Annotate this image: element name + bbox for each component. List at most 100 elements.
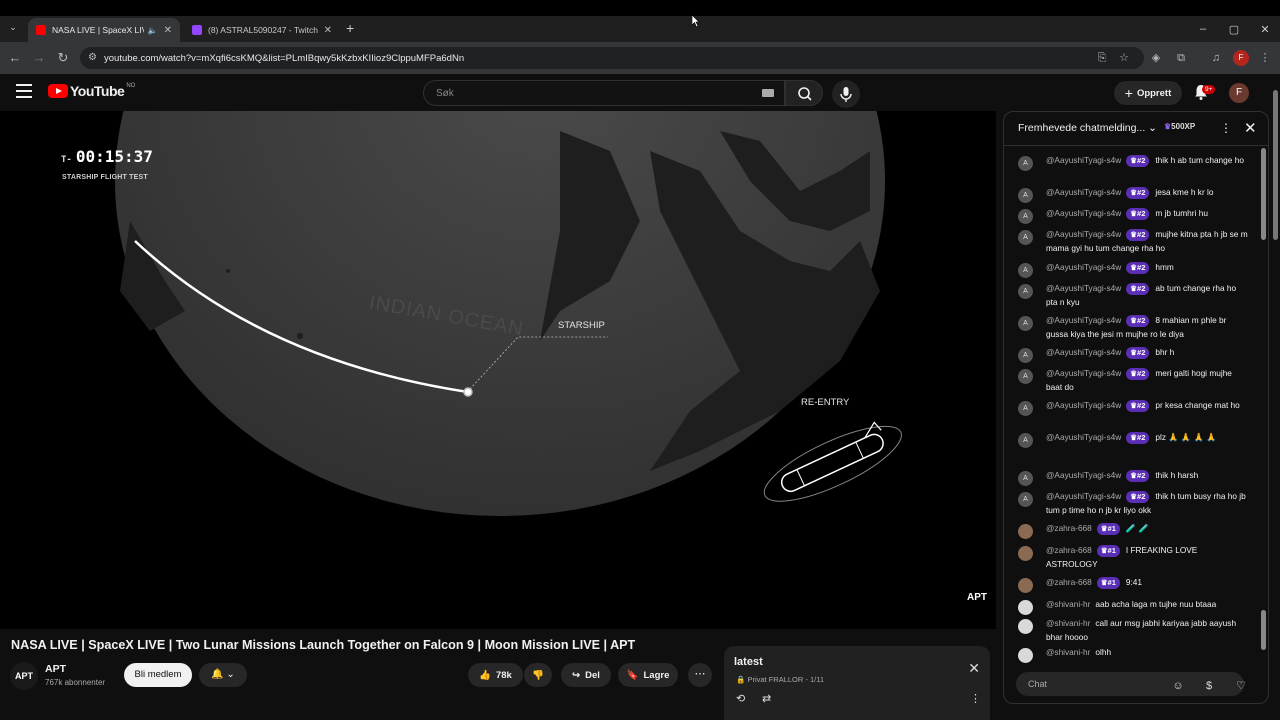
chat-message[interactable]: @shivani-hr call aur msg jabhi kariyaa ja… (1018, 617, 1248, 644)
shuffle-icon[interactable]: ⇄ (762, 692, 771, 705)
forward-arrow-icon[interactable]: → (31, 50, 47, 66)
channel-name[interactable]: APT (45, 663, 66, 675)
chat-avatar[interactable]: A (1018, 263, 1033, 278)
chat-message[interactable]: @zahra-668 ♛#1 I FREAKING LOVE ASTROLOGY (1018, 544, 1248, 571)
heart-icon[interactable]: ♡ (1233, 678, 1249, 694)
chat-message[interactable]: A @AayushiTyagi-s4w ♛#2 m jb tumhri hu (1018, 207, 1248, 224)
create-button[interactable]: + Opprett (1114, 81, 1182, 105)
user-avatar[interactable]: F (1229, 83, 1249, 103)
chat-username[interactable]: @shivani-hr (1046, 599, 1090, 609)
bookmark-star-icon[interactable]: ☆ (1116, 50, 1132, 66)
loop-icon[interactable]: ⟲ (736, 692, 745, 705)
save-button[interactable]: 🔖 Lagre (618, 663, 678, 687)
window-close-button[interactable]: ✕ (1249, 16, 1280, 42)
chat-username[interactable]: @AayushiTyagi-s4w (1046, 187, 1121, 197)
like-button[interactable]: 👍 78k (468, 663, 523, 687)
chat-username[interactable]: @AayushiTyagi-s4w (1046, 208, 1121, 218)
chat-username[interactable]: @AayushiTyagi-s4w (1046, 229, 1121, 239)
profile-icon[interactable]: F (1233, 50, 1249, 66)
chat-username[interactable]: @AayushiTyagi-s4w (1046, 470, 1121, 480)
chat-avatar[interactable]: A (1018, 284, 1033, 299)
chat-avatar[interactable]: A (1018, 369, 1033, 384)
more-actions-button[interactable]: ⋯ (688, 663, 712, 687)
chat-avatar[interactable]: A (1018, 492, 1033, 507)
tab-search-button[interactable]: ⌄ (6, 22, 20, 36)
chat-avatar[interactable]: A (1018, 471, 1033, 486)
chat-avatar[interactable]: A (1018, 401, 1033, 416)
chat-username[interactable]: @AayushiTyagi-s4w (1046, 262, 1121, 272)
chat-menu-icon[interactable]: ⋮ (1220, 121, 1232, 135)
chat-avatar[interactable]: A (1018, 348, 1033, 363)
channel-avatar[interactable]: APT (10, 662, 38, 690)
join-button[interactable]: Bli medlem (124, 663, 192, 687)
install-app-icon[interactable]: ⎘ (1094, 50, 1110, 66)
chat-avatar[interactable]: A (1018, 156, 1033, 171)
tab-twitch[interactable]: (8) ASTRAL5090247 - Twitch ✕ (184, 18, 340, 42)
reload-icon[interactable]: ↻ (55, 50, 71, 66)
tab-youtube[interactable]: NASA LIVE | SpaceX LIVE | T 🔈 ✕ (28, 18, 180, 42)
chat-message[interactable]: A @AayushiTyagi-s4w ♛#2 pr kesa change mat … (1018, 399, 1248, 416)
search-input[interactable]: Søk (423, 80, 785, 106)
chat-avatar[interactable]: A (1018, 188, 1033, 203)
extension-icon[interactable]: ◈ (1148, 50, 1164, 66)
close-tab-icon[interactable]: ✕ (324, 25, 332, 36)
site-info-icon[interactable]: ⚙ (88, 52, 97, 63)
chat-message[interactable]: A @AayushiTyagi-s4w ♛#2 bhr h (1018, 346, 1248, 363)
chat-avatar[interactable] (1018, 619, 1033, 634)
chat-avatar[interactable] (1018, 578, 1033, 593)
super-chat-icon[interactable]: $ (1201, 678, 1217, 694)
chat-avatar[interactable] (1018, 546, 1033, 561)
chat-avatar[interactable]: A (1018, 433, 1033, 448)
chat-message[interactable]: @shivani-hr aab acha laga m tujhe nuu bta… (1018, 598, 1248, 615)
video-player[interactable] (0, 111, 996, 629)
chat-avatar[interactable]: A (1018, 316, 1033, 331)
new-tab-button[interactable]: + (346, 20, 354, 36)
chat-username[interactable]: @shivani-hr (1046, 618, 1090, 628)
chat-message[interactable]: A @AayushiTyagi-s4w ♛#2 jesa kme h kr lo (1018, 186, 1248, 203)
chat-avatar[interactable] (1018, 524, 1033, 539)
chat-mode-dropdown[interactable]: Fremhevede chatmelding... ⌄ (1018, 122, 1157, 134)
chat-username[interactable]: @AayushiTyagi-s4w (1046, 400, 1121, 410)
subscription-bell-button[interactable]: 🔔 ⌄ (199, 663, 247, 687)
chat-message[interactable]: @shivani-hr olhh (1018, 646, 1248, 663)
chat-message[interactable]: @zahra-668 ♛#1 🧪 🧪 (1018, 522, 1248, 539)
xp-badge[interactable]: ♛500XP (1164, 122, 1195, 131)
chat-username[interactable]: @AayushiTyagi-s4w (1046, 315, 1121, 325)
chat-message[interactable]: A @AayushiTyagi-s4w ♛#2 thik h ab tum chang… (1018, 154, 1248, 171)
address-bar[interactable]: ⚙ youtube.com/watch?v=mXqfi6csKMQ&list=P… (80, 47, 1144, 69)
chat-message[interactable]: A @AayushiTyagi-s4w ♛#2 ab tum change rha h… (1018, 282, 1248, 309)
keyboard-icon[interactable] (762, 89, 774, 97)
browser-menu-icon[interactable]: ⋮ (1257, 50, 1273, 66)
media-controls-icon[interactable]: ♫ (1208, 50, 1224, 66)
chat-message[interactable]: A @AayushiTyagi-s4w ♛#2 thik h tum busy rha… (1018, 490, 1248, 517)
chat-message[interactable]: A @AayushiTyagi-s4w ♛#2 hmm (1018, 261, 1248, 278)
chat-username[interactable]: @AayushiTyagi-s4w (1046, 155, 1121, 165)
close-chat-icon[interactable]: ✕ (1244, 119, 1257, 137)
emoji-icon[interactable]: ☺ (1170, 678, 1186, 694)
close-playlist-icon[interactable]: ✕ (968, 660, 980, 677)
close-tab-icon[interactable]: ✕ (164, 25, 172, 36)
maximize-button[interactable]: ▢ (1218, 16, 1250, 42)
chat-username[interactable]: @zahra-668 (1046, 577, 1092, 587)
page-scrollbar[interactable] (1273, 90, 1278, 240)
chat-message[interactable]: A @AayushiTyagi-s4w ♛#2 thik h harsh (1018, 469, 1248, 486)
chat-username[interactable]: @AayushiTyagi-s4w (1046, 432, 1121, 442)
chat-scrollbar-thumb[interactable] (1261, 610, 1266, 650)
chat-username[interactable]: @AayushiTyagi-s4w (1046, 283, 1121, 293)
chat-username[interactable]: @AayushiTyagi-s4w (1046, 491, 1121, 501)
youtube-logo[interactable]: YouTube NO (48, 83, 135, 99)
dislike-button[interactable]: 👎 (524, 663, 552, 687)
back-arrow-icon[interactable]: ← (7, 50, 23, 66)
share-button[interactable]: ↪ Del (561, 663, 611, 687)
chat-message[interactable]: A @AayushiTyagi-s4w ♛#2 meri galti hogi muj… (1018, 367, 1248, 394)
search-button[interactable] (785, 80, 823, 106)
playlist-menu-icon[interactable]: ⋮ (970, 692, 981, 705)
speaker-icon[interactable]: 🔈 (148, 26, 158, 35)
chat-avatar[interactable] (1018, 600, 1033, 615)
chat-username[interactable]: @AayushiTyagi-s4w (1046, 368, 1121, 378)
chat-message[interactable]: A @AayushiTyagi-s4w ♛#2 8 mahian m phle br … (1018, 314, 1248, 341)
chat-avatar[interactable]: A (1018, 209, 1033, 224)
chat-avatar[interactable]: A (1018, 230, 1033, 245)
playlist-title[interactable]: latest (734, 656, 763, 668)
chat-username[interactable]: @AayushiTyagi-s4w (1046, 347, 1121, 357)
